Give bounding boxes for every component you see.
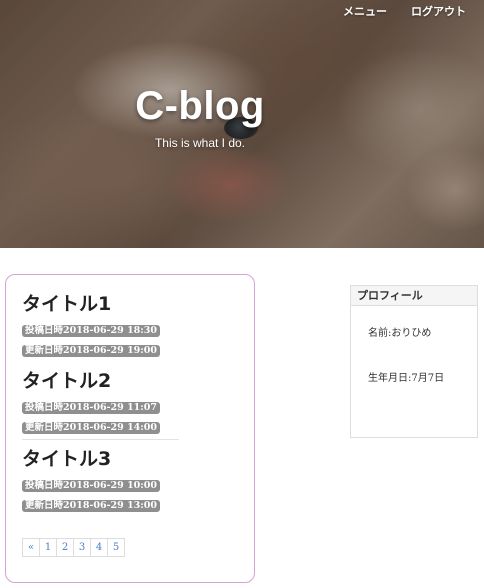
pagination-page-1[interactable]: 1: [39, 538, 57, 557]
post-list-card: タイトル1 投稿日時2018-06-29 18:30 更新日時2018-06-2…: [5, 274, 255, 583]
post-title-link[interactable]: タイトル3: [22, 447, 182, 471]
post-title-link[interactable]: タイトル1: [22, 292, 182, 316]
pagination-page-2[interactable]: 2: [56, 538, 74, 557]
pagination-prev[interactable]: «: [22, 538, 40, 557]
updated-date-badge: 更新日時2018-06-29 19:00: [22, 345, 161, 357]
post-item: タイトル2 投稿日時2018-06-29 11:07 更新日時2018-06-2…: [22, 369, 182, 435]
top-nav: メニュー ログアウト: [343, 3, 466, 19]
pagination-page-4[interactable]: 4: [90, 538, 108, 557]
posted-date-badge: 投稿日時2018-06-29 10:00: [22, 480, 161, 492]
updated-date-badge: 更新日時2018-06-29 13:00: [22, 500, 161, 512]
posted-date-badge: 投稿日時2018-06-29 18:30: [22, 325, 161, 337]
site-title: C-blog: [135, 84, 265, 128]
profile-panel: プロフィール 名前:おりひめ 生年月日:7月7日: [350, 285, 478, 438]
profile-name: 名前:おりひめ: [368, 328, 432, 339]
logout-link[interactable]: ログアウト: [411, 3, 466, 19]
posted-date-badge: 投稿日時2018-06-29 11:07: [22, 402, 161, 414]
post-divider: [22, 439, 179, 440]
pagination: « 1 2 3 4 5: [22, 538, 125, 557]
updated-date-badge: 更新日時2018-06-29 14:00: [22, 422, 161, 434]
profile-birthday: 生年月日:7月7日: [368, 373, 445, 384]
menu-link[interactable]: メニュー: [343, 3, 387, 19]
profile-heading: プロフィール: [351, 286, 477, 306]
site-subtitle: This is what I do.: [154, 136, 246, 150]
post-title-link[interactable]: タイトル2: [22, 369, 182, 393]
post-item: タイトル3 投稿日時2018-06-29 10:00 更新日時2018-06-2…: [22, 447, 182, 513]
post-item: タイトル1 投稿日時2018-06-29 18:30 更新日時2018-06-2…: [22, 292, 182, 358]
hero-banner: メニュー ログアウト C-blog This is what I do.: [0, 0, 484, 248]
pagination-page-5[interactable]: 5: [107, 538, 125, 557]
pagination-page-3[interactable]: 3: [73, 538, 91, 557]
